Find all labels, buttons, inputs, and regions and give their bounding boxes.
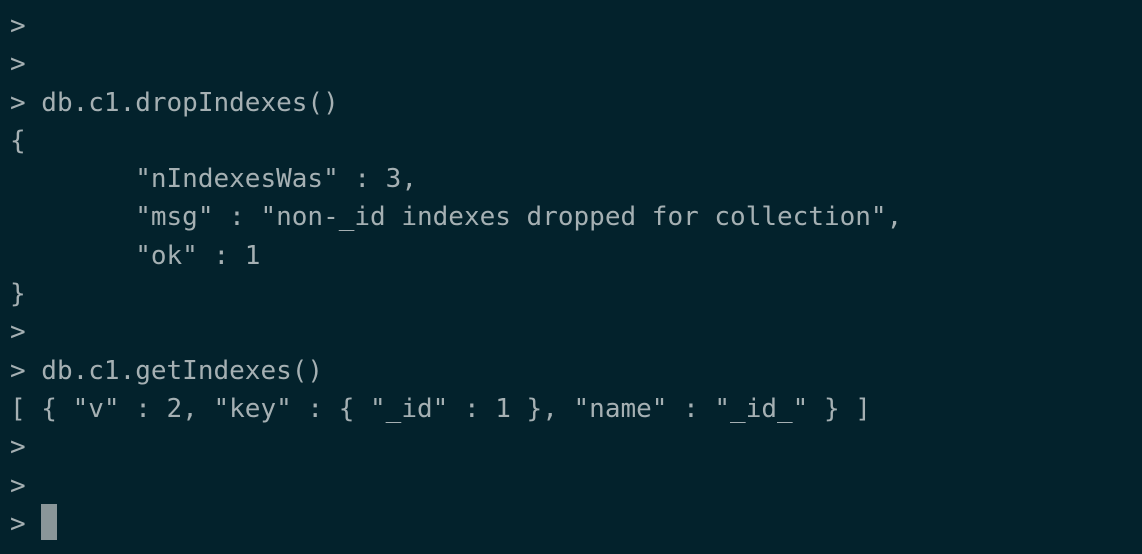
terminal-line-6: "msg" : "non-_id indexes dropped for col… [10, 202, 903, 233]
terminal-line-5: "nIndexesWas" : 3, [10, 164, 417, 195]
terminal-line-2: > [10, 49, 26, 80]
terminal-line-3: > db.c1.dropIndexes() [10, 87, 339, 118]
terminal-line-13: > [10, 470, 26, 501]
text-cursor [41, 504, 58, 541]
terminal-line-7: "ok" : 1 [10, 240, 261, 271]
terminal-line-9: > [10, 317, 26, 348]
terminal-window[interactable]: > > > db.c1.dropIndexes() { "nIndexesWas… [0, 0, 1142, 554]
terminal-input-line[interactable]: > [10, 504, 1142, 543]
terminal-line-12: > [10, 432, 26, 463]
terminal-line-11: [ { "v" : 2, "key" : { "_id" : 1 }, "nam… [10, 393, 871, 424]
terminal-line-10: > db.c1.getIndexes() [10, 355, 324, 386]
terminal-line-1: > [10, 11, 26, 41]
terminal-line-4: { [10, 125, 26, 156]
terminal-line-8: } [10, 279, 26, 310]
prompt: > [10, 508, 42, 539]
